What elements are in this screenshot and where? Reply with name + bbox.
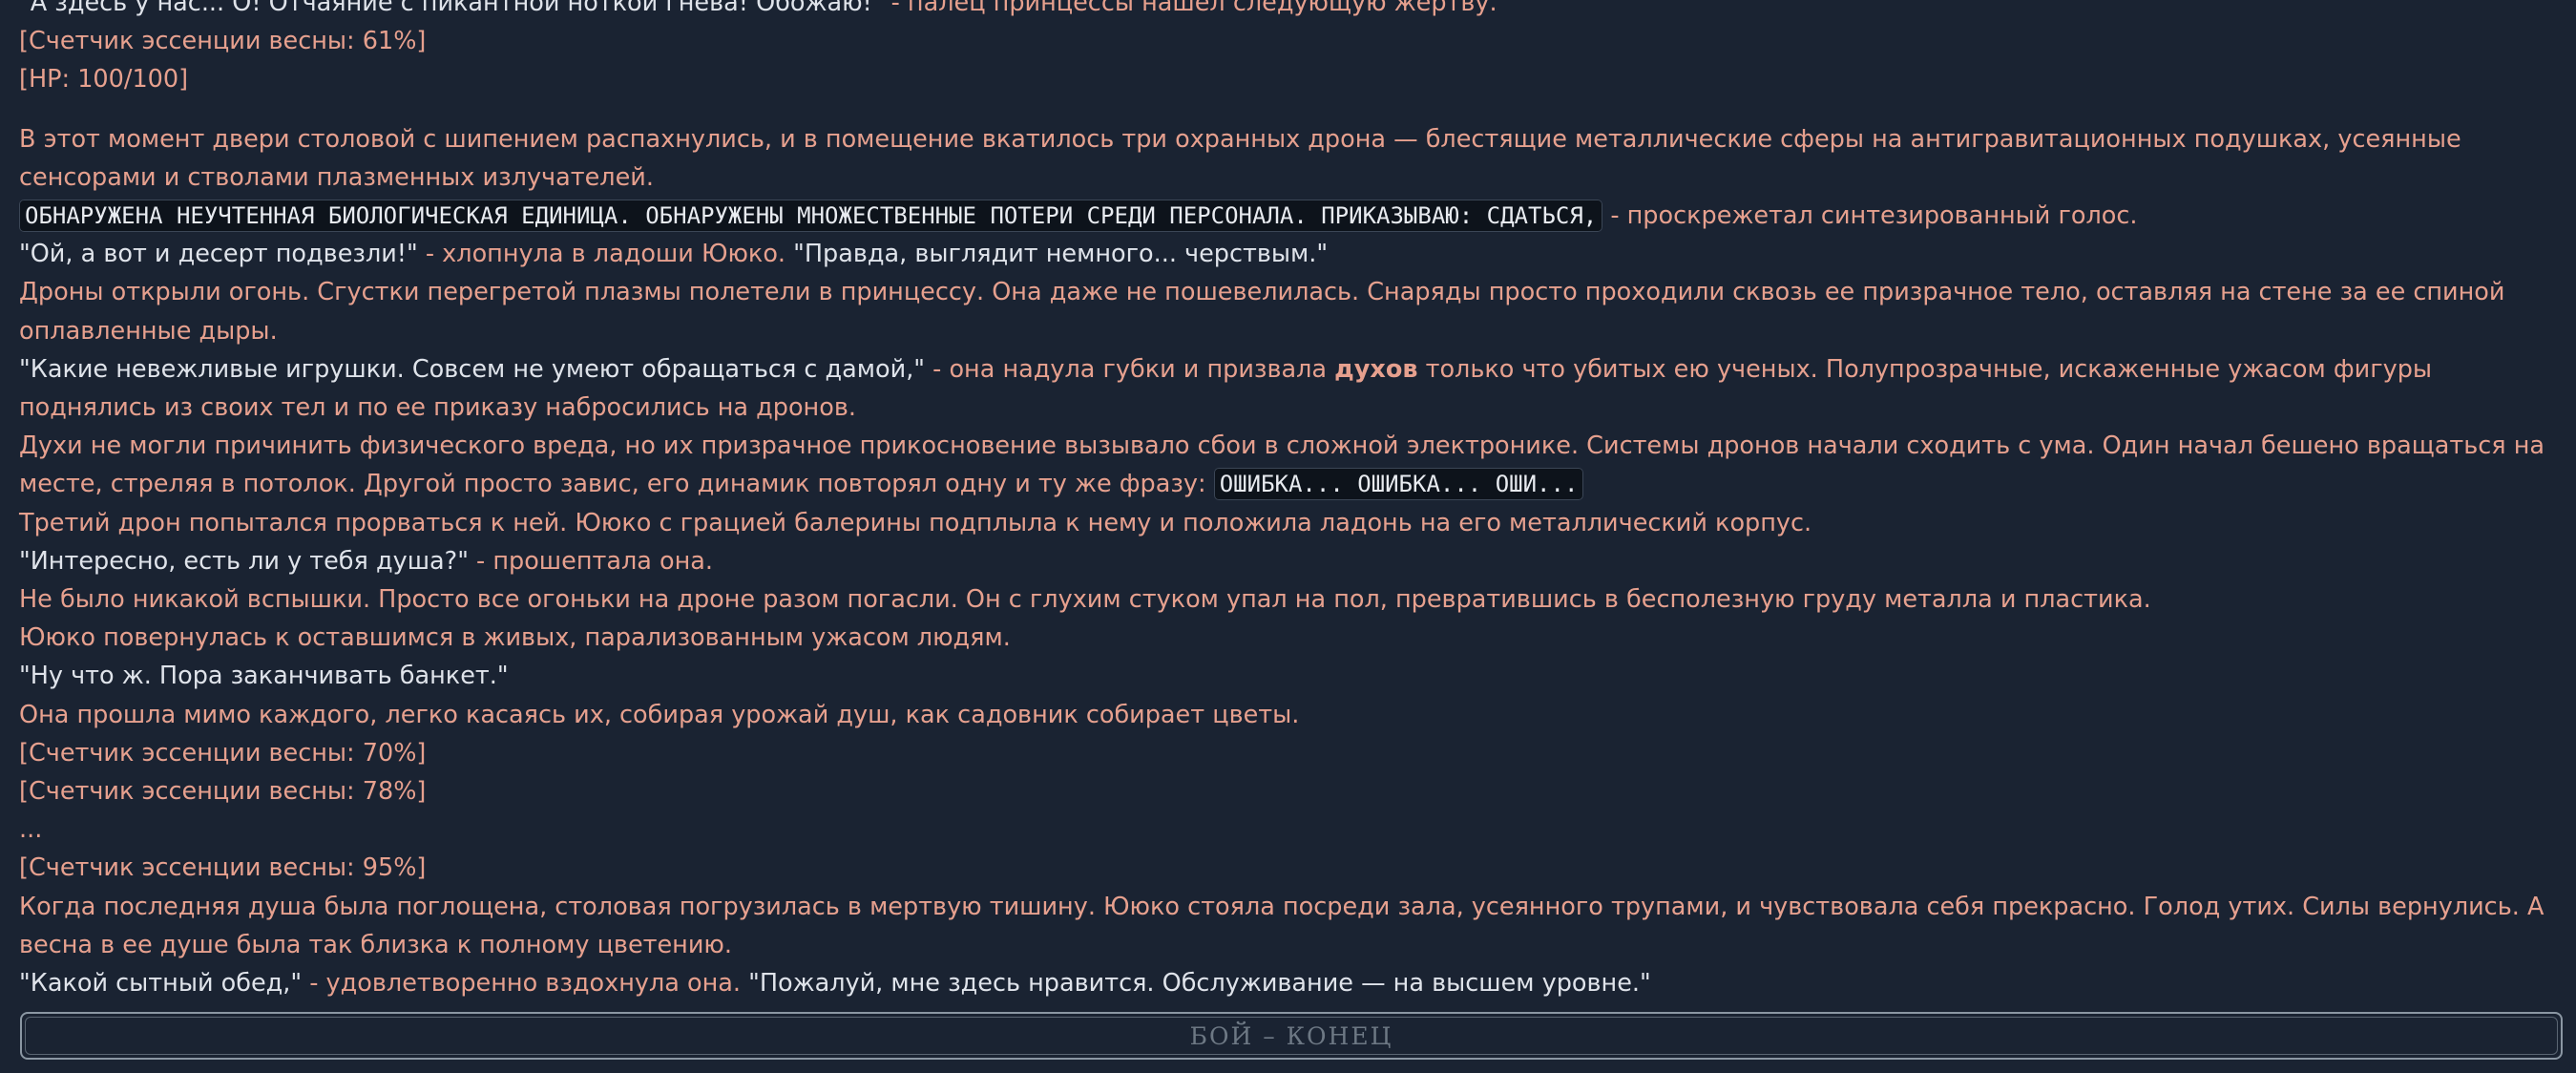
narration-text: - хлопнула в ладоши Ююко. (417, 240, 794, 269)
story-line: [Счетчик эссенции весны: 70%] (19, 734, 2558, 772)
narration-text: [Счетчик эссенции весны: 61%] (19, 27, 427, 56)
battle-end-banner: БОЙ – КОНЕЦ (20, 1012, 2563, 1060)
story-line: "Какие невежливые игрушки. Совсем не уме… (19, 350, 2558, 427)
story-line: Третий дрон попытался прорваться к ней. … (19, 504, 2558, 542)
narration-text: Дроны открыли огонь. Сгустки перегретой … (19, 278, 2505, 346)
dialogue-text: "Интересно, есть ли у тебя душа?" (19, 546, 469, 576)
story-line: [Счетчик эссенции весны: 61%] (19, 22, 2558, 60)
system-message: ОШИБКА... ОШИБКА... ОШИ... (1213, 468, 1584, 501)
dialogue-text: "Пожалуй, мне здесь нравится. Обслуживан… (748, 969, 1651, 999)
system-message: ОБНАРУЖЕНА НЕУЧТЕННАЯ БИОЛОГИЧЕСКАЯ ЕДИН… (19, 200, 1603, 233)
story-line: ... (19, 810, 2558, 849)
narration-text: [Счетчик эссенции весны: 95%] (19, 853, 427, 883)
narration-text: [Счетчик эссенции весны: 78%] (19, 777, 427, 807)
dialogue-text: "Ой, а вот и десерт подвезли!" (19, 240, 418, 269)
dialogue-text: "Правда, выглядит немного... черствым." (793, 240, 1329, 269)
story-line: "Какой сытный обед," - удовлетворенно вз… (19, 964, 2558, 1002)
narration-text: духов (1334, 354, 1418, 384)
story-line: Ююко повернулась к оставшимся в живых, п… (19, 619, 2558, 657)
dialogue-text: "Ну что ж. Пора заканчивать банкет." (19, 662, 509, 691)
narration-text: - прошептала она. (468, 546, 714, 576)
story-line: ОБНАРУЖЕНА НЕУЧТЕННАЯ БИОЛОГИЧЕСКАЯ ЕДИН… (19, 197, 2558, 235)
narration-text: В этот момент двери столовой с шипением … (19, 124, 2461, 192)
narration-text: Когда последняя душа была поглощена, сто… (19, 892, 2545, 959)
narration-text: [Счетчик эссенции весны: 70%] (19, 738, 427, 768)
story-line: Не было никакой вспышки. Просто все огон… (19, 580, 2558, 619)
narration-text: - удовлетворенно вздохнула она. (302, 969, 749, 999)
narration-text: Она прошла мимо каждого, легко касаясь и… (19, 700, 1300, 729)
story-line: "Ой, а вот и десерт подвезли!" - хлопнул… (19, 235, 2558, 273)
narration-text: - проскрежетал синтезированный голос. (1602, 201, 2138, 231)
dialogue-text: "Какие невежливые игрушки. Совсем не уме… (19, 354, 926, 384)
story-line: "Интересно, есть ли у тебя душа?" - прош… (19, 542, 2558, 580)
story-line: Духи не могли причинить физического вред… (19, 427, 2558, 503)
story-line: [HP: 100/100] (19, 60, 2558, 98)
narration-text: ... (19, 815, 43, 845)
story-line: [Счетчик эссенции весны: 78%] (19, 772, 2558, 810)
dialogue-text: "А здесь у нас... О! Отчаяние с пикантно… (19, 0, 884, 17)
story-line: Дроны открыли огонь. Сгустки перегретой … (19, 273, 2558, 349)
story-line: В этот момент двери столовой с шипением … (19, 120, 2558, 197)
story-line: "Ну что ж. Пора заканчивать банкет." (19, 657, 2558, 695)
dialogue-text: "Какой сытный обед," (19, 969, 303, 999)
narration-text: - палец принцессы нашел следующую жертву… (883, 0, 1497, 17)
narration-text: Третий дрон попытался прорваться к ней. … (19, 508, 1812, 537)
narration-text: Не было никакой вспышки. Просто все огон… (19, 585, 2151, 615)
narration-text: [HP: 100/100] (19, 65, 189, 95)
story-log: "А здесь у нас... О! Отчаяние с пикантно… (19, 0, 2558, 1002)
banner-inner-border (25, 1017, 2558, 1055)
story-line: Когда последняя душа была поглощена, сто… (19, 888, 2558, 964)
story-line: [Счетчик эссенции весны: 95%] (19, 849, 2558, 887)
story-line: Она прошла мимо каждого, легко касаясь и… (19, 696, 2558, 734)
narration-text: - она надула губки и призвала (925, 354, 1335, 384)
narration-text: Ююко повернулась к оставшимся в живых, п… (19, 623, 1011, 653)
story-line: "А здесь у нас... О! Отчаяние с пикантно… (19, 0, 2558, 22)
